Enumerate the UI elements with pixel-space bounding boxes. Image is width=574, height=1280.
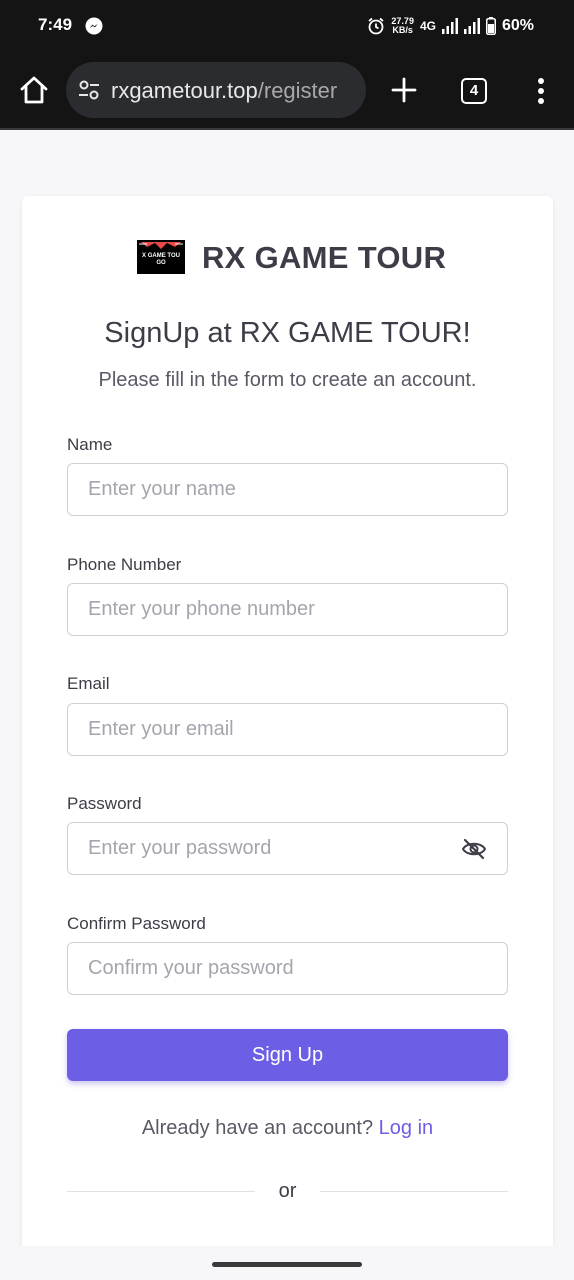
- logo-emblem: [139, 242, 183, 249]
- url-text[interactable]: rxgametour.top/register: [111, 78, 337, 104]
- battery-percent: 60%: [501, 17, 534, 34]
- status-bar: 7:49 27.79 KB/s 4G 60%: [0, 0, 574, 52]
- system-nav-bar: [0, 1246, 574, 1280]
- tabs-icon[interactable]: 4: [461, 78, 487, 104]
- name-label: Name: [67, 435, 113, 454]
- or-divider: or: [67, 1180, 508, 1204]
- page-title: SignUp at RX GAME TOUR!: [104, 317, 471, 349]
- phone-label: Phone Number: [67, 555, 182, 574]
- login-link[interactable]: Log in: [379, 1117, 434, 1139]
- browser-toolbar: rxgametour.top/register 4: [0, 52, 574, 130]
- divider-text: or: [278, 1180, 297, 1202]
- url-path: /register: [257, 78, 338, 103]
- email-input[interactable]: [67, 703, 508, 756]
- password-label: Password: [67, 794, 142, 813]
- confirm-password-input[interactable]: [67, 942, 508, 995]
- name-input[interactable]: [67, 463, 508, 516]
- plus-icon[interactable]: [390, 76, 418, 104]
- status-indicators: 27.79 KB/s 4G 60%: [367, 14, 534, 38]
- logo-text: X GAME TOU GO: [142, 253, 180, 266]
- messenger-icon: [85, 17, 103, 35]
- address-bar[interactable]: rxgametour.top/register: [66, 62, 366, 118]
- brand-name: RX GAME TOUR: [202, 240, 447, 275]
- site-settings-icon[interactable]: [78, 79, 100, 101]
- page-subtitle: Please fill in the form to create an acc…: [98, 369, 477, 391]
- login-prompt: Already have an account? Log in: [22, 1117, 553, 1140]
- signup-button[interactable]: Sign Up: [67, 1029, 508, 1081]
- brand-logo: X GAME TOU GO: [137, 240, 185, 274]
- alarm-icon: [368, 17, 384, 35]
- gesture-handle[interactable]: [212, 1262, 362, 1267]
- signup-card: X GAME TOU GO RX GAME TOUR SignUp at RX G…: [22, 196, 553, 1256]
- email-label: Email: [67, 674, 110, 693]
- brand: X GAME TOU GO RX GAME TOUR: [22, 240, 553, 276]
- signal-icon: [441, 18, 458, 34]
- eye-off-icon[interactable]: [461, 836, 487, 862]
- url-domain: rxgametour.top: [111, 78, 258, 103]
- status-time: 7:49: [38, 15, 73, 34]
- more-vert-icon[interactable]: [530, 76, 552, 106]
- net-speed-unit: KB/s: [392, 25, 413, 35]
- phone-input[interactable]: [67, 583, 508, 636]
- home-icon[interactable]: [18, 74, 50, 106]
- network-type: 4G: [419, 19, 436, 33]
- signal-icon: [463, 18, 480, 34]
- net-speed: 27.79 KB/s: [391, 17, 414, 35]
- battery-icon: [485, 17, 496, 35]
- confirm-password-label: Confirm Password: [67, 914, 206, 933]
- password-input[interactable]: [67, 822, 508, 875]
- login-prompt-text: Already have an account?: [141, 1117, 374, 1139]
